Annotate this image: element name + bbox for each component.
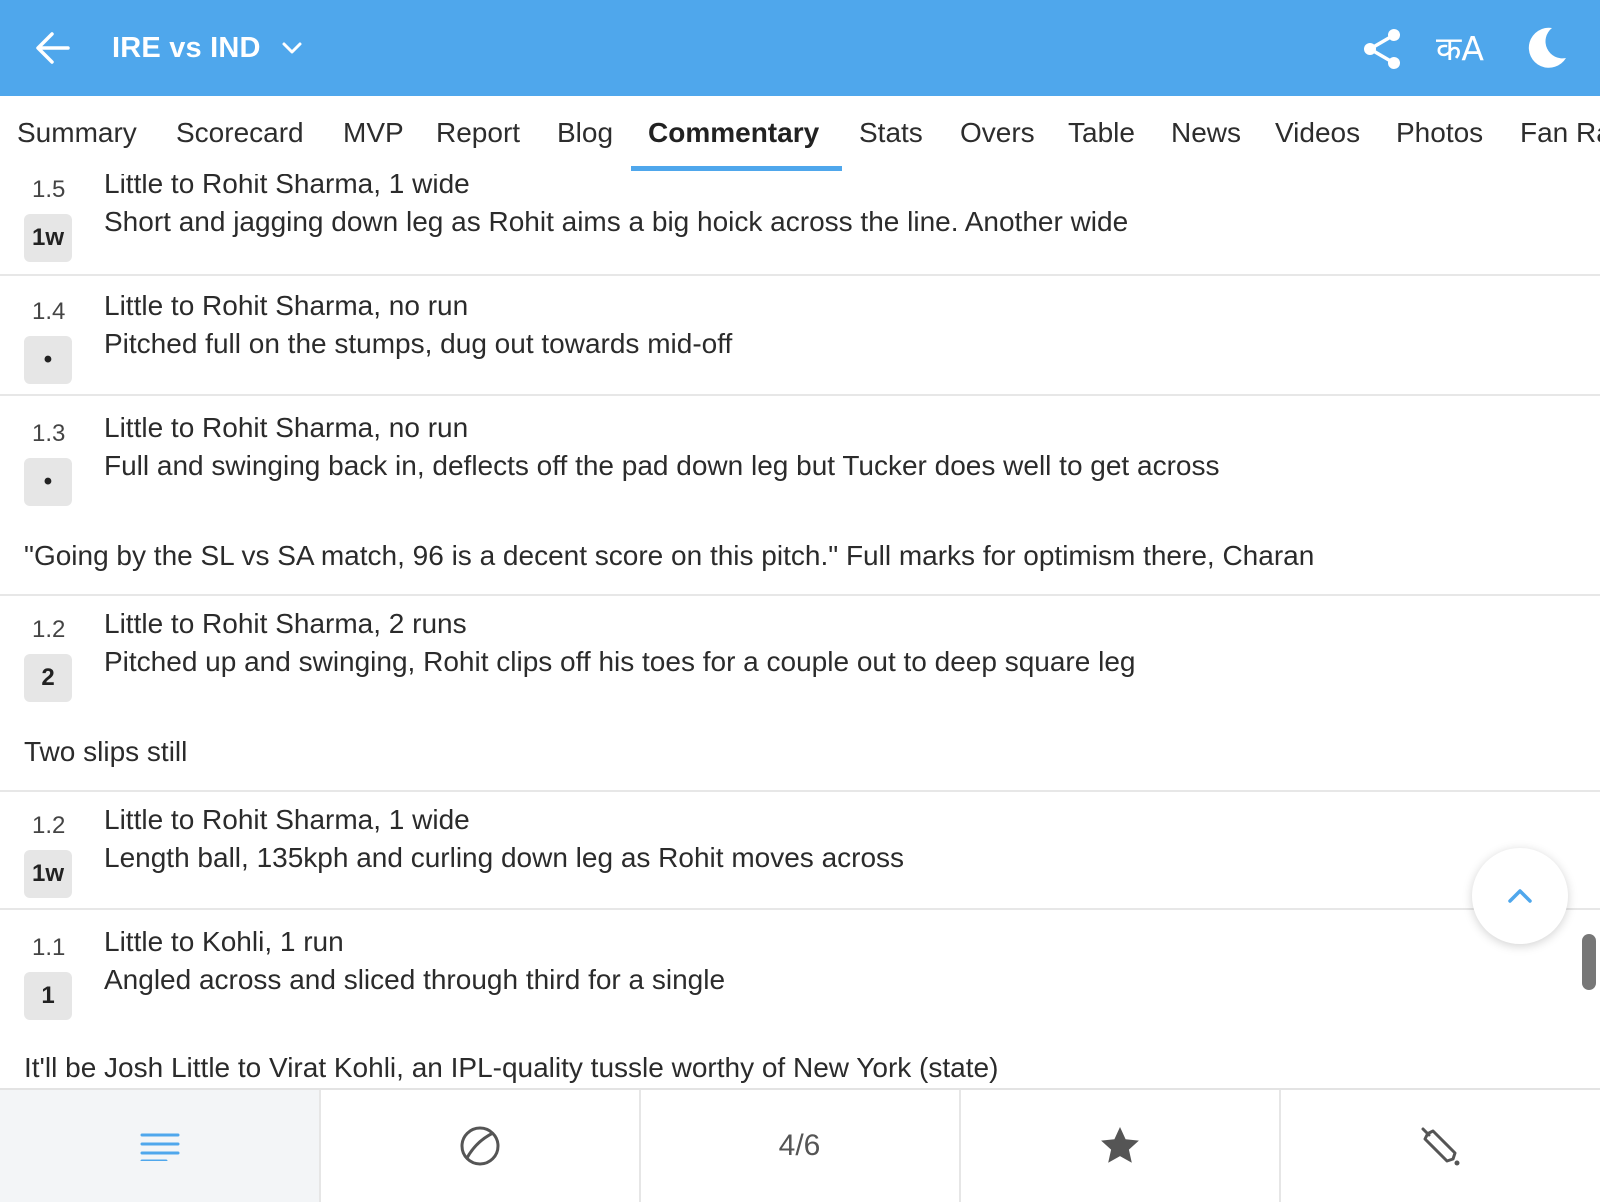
tab-photos[interactable]: Photos xyxy=(1396,96,1483,174)
ball-headline: Little to Kohli, 1 run xyxy=(104,926,344,957)
batting-filter-button[interactable] xyxy=(1280,1090,1599,1202)
ball-description: Pitched up and swinging, Rohit clips off… xyxy=(104,646,1136,677)
commentary-note: It'll be Josh Little to Virat Kohli, an … xyxy=(24,1052,999,1083)
tab-videos[interactable]: Videos xyxy=(1275,96,1360,174)
tab-report[interactable]: Report xyxy=(436,96,520,174)
tab-commentary[interactable]: Commentary xyxy=(648,96,819,174)
commentary-feed[interactable]: 1.5 1w Little to Rohit Sharma, 1 wide Sh… xyxy=(0,174,1600,1088)
commentary-ball-item: 1.5 1w Little to Rohit Sharma, 1 wide Sh… xyxy=(0,174,1600,276)
runs-badge: 1w xyxy=(24,850,72,898)
runs-badge: • xyxy=(24,336,72,384)
tab-overs[interactable]: Overs xyxy=(960,96,1035,174)
boundaries-filter-button[interactable]: 4/6 xyxy=(640,1090,961,1202)
language-toggle-button[interactable]: कA xyxy=(1436,28,1484,70)
commentary-ball-item: 1.2 2 Little to Rohit Sharma, 2 runs Pit… xyxy=(0,608,1600,714)
tab-stats[interactable]: Stats xyxy=(859,96,923,174)
over-number: 1.2 xyxy=(32,812,66,839)
match-selector[interactable]: IRE vs IND xyxy=(112,26,305,70)
commentary-ball-item: 1.2 1w Little to Rohit Sharma, 1 wide Le… xyxy=(0,804,1600,910)
tab-fan-ratings[interactable]: Fan Ra xyxy=(1520,96,1600,174)
ball-headline: Little to Rohit Sharma, 1 wide xyxy=(104,174,470,199)
runs-badge: 2 xyxy=(24,654,72,702)
commentary-note: Two slips still xyxy=(24,736,188,767)
divider xyxy=(0,594,1600,596)
runs-badge: 1w xyxy=(24,214,72,262)
ball-headline: Little to Rohit Sharma, 2 runs xyxy=(104,608,467,639)
share-icon[interactable] xyxy=(1360,26,1406,72)
menu-icon xyxy=(140,1133,179,1161)
tab-bar: Summary Scorecard MVP Report Blog Commen… xyxy=(0,96,1600,174)
over-number: 1.4 xyxy=(32,298,66,325)
back-arrow-icon[interactable] xyxy=(28,22,80,74)
scrollbar-thumb[interactable] xyxy=(1582,934,1596,990)
tab-news[interactable]: News xyxy=(1171,96,1241,174)
ball-description: Full and swinging back in, deflects off … xyxy=(104,450,1220,481)
ball-icon xyxy=(460,1126,499,1166)
chevron-up-icon xyxy=(1508,889,1532,903)
commentary-ball-item: 1.1 1 Little to Kohli, 1 run Angled acro… xyxy=(0,926,1600,1032)
over-number: 1.2 xyxy=(32,616,66,643)
boundaries-label: 4/6 xyxy=(778,1129,821,1162)
ball-description: Short and jagging down leg as Rohit aims… xyxy=(104,206,1129,237)
tab-scorecard[interactable]: Scorecard xyxy=(176,96,304,174)
ball-description: Angled across and sliced through third f… xyxy=(104,964,726,995)
runs-badge: 1 xyxy=(24,972,72,1020)
commentary-note: "Going by the SL vs SA match, 96 is a de… xyxy=(24,540,1315,571)
ball-filter-button[interactable] xyxy=(320,1090,641,1202)
runs-badge: • xyxy=(24,458,72,506)
chevron-down-icon xyxy=(282,42,302,54)
bat-icon xyxy=(1421,1127,1459,1166)
tab-table[interactable]: Table xyxy=(1068,96,1135,174)
over-number: 1.3 xyxy=(32,420,66,447)
tab-summary[interactable]: Summary xyxy=(17,96,137,174)
ball-description: Length ball, 135kph and curling down leg… xyxy=(104,842,905,873)
star-icon xyxy=(1100,1127,1139,1163)
tab-mvp[interactable]: MVP xyxy=(343,96,404,174)
tab-blog[interactable]: Blog xyxy=(557,96,613,174)
divider xyxy=(0,790,1600,792)
commentary-ball-item: 1.4 • Little to Rohit Sharma, no run Pit… xyxy=(0,290,1600,396)
commentary-menu-button[interactable] xyxy=(0,1090,321,1202)
ball-headline: Little to Rohit Sharma, no run xyxy=(104,412,469,443)
ball-headline: Little to Rohit Sharma, no run xyxy=(104,290,469,321)
app-header: IRE vs IND कA xyxy=(0,0,1600,96)
bottom-navigation: 4/6 xyxy=(0,1088,1600,1202)
commentary-ball-item: 1.3 • Little to Rohit Sharma, no run Ful… xyxy=(0,412,1600,518)
scroll-to-top-button[interactable] xyxy=(1472,848,1568,944)
dark-mode-moon-icon[interactable] xyxy=(1522,24,1570,72)
highlights-filter-button[interactable] xyxy=(960,1090,1281,1202)
over-number: 1.1 xyxy=(32,934,66,961)
active-tab-indicator xyxy=(631,166,842,171)
ball-description: Pitched full on the stumps, dug out towa… xyxy=(104,328,733,359)
over-number: 1.5 xyxy=(32,176,66,203)
match-title: IRE vs IND xyxy=(112,31,261,64)
ball-headline: Little to Rohit Sharma, 1 wide xyxy=(104,804,470,835)
